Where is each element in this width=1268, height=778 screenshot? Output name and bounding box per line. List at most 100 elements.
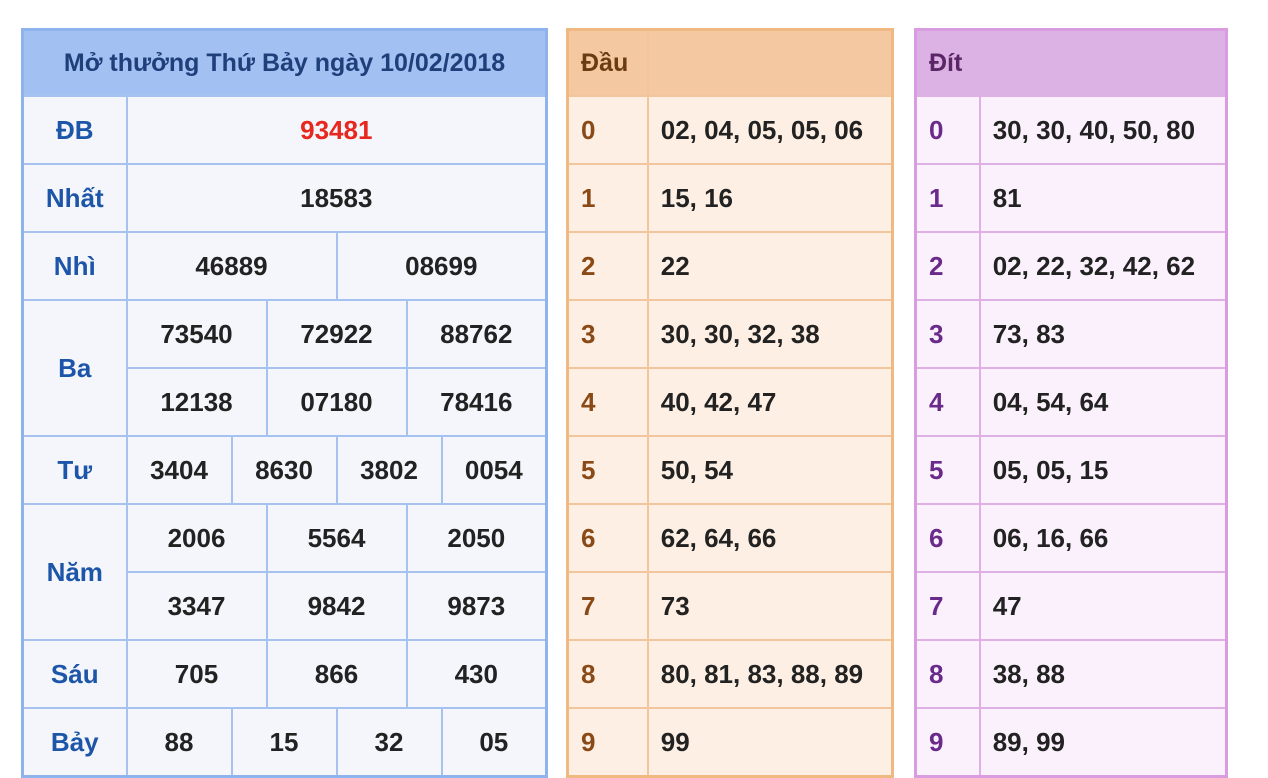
dit-row: 7 47 [914, 571, 1228, 641]
prize-value: 88 [125, 707, 233, 778]
special-prize-value: 93481 [125, 95, 548, 165]
dau-digit: 9 [566, 707, 649, 778]
dau-row: 1 15, 16 [566, 163, 894, 233]
prize-row-nam: Năm 2006 5564 2050 [21, 503, 548, 641]
prize-label-nhi: Nhì [21, 231, 128, 301]
prize-value: 2006 [125, 503, 268, 573]
dit-row: 9 89, 99 [914, 707, 1228, 778]
dit-row: 1 81 [914, 163, 1228, 233]
prize-label-ba: Ba [21, 299, 128, 437]
dau-header-empty [646, 28, 894, 97]
dit-digit: 9 [914, 707, 981, 778]
dau-digit: 4 [566, 367, 649, 437]
dau-values: 22 [646, 231, 894, 301]
dau-values: 02, 04, 05, 05, 06 [646, 95, 894, 165]
results-header-row: Mở thưởng Thứ Bảy ngày 10/02/2018 [21, 28, 548, 97]
prize-value: 8630 [230, 435, 338, 505]
dau-row: 7 73 [566, 571, 894, 641]
dit-row: 2 02, 22, 32, 42, 62 [914, 231, 1228, 301]
dau-digit: 3 [566, 299, 649, 369]
dit-digit: 5 [914, 435, 981, 505]
dit-values: 05, 05, 15 [978, 435, 1228, 505]
dit-values: 38, 88 [978, 639, 1228, 709]
prize-value: 05 [440, 707, 548, 778]
prize-row-tu: Tư 3404 8630 3802 0054 [21, 435, 548, 505]
dau-values: 80, 81, 83, 88, 89 [646, 639, 894, 709]
dau-values: 30, 30, 32, 38 [646, 299, 894, 369]
dit-values: 89, 99 [978, 707, 1228, 778]
prize-row-bay: Bảy 88 15 32 05 [21, 707, 548, 778]
dit-digit: 7 [914, 571, 981, 641]
prize-value: 88762 [405, 299, 548, 369]
dit-header: Đít [914, 28, 981, 97]
prize-value: 9842 [265, 571, 408, 641]
dit-row: 5 05, 05, 15 [914, 435, 1228, 505]
prize-value: 15 [230, 707, 338, 778]
dit-header-row: Đít [914, 28, 1228, 97]
prize-value: 9873 [405, 571, 548, 641]
prize-value: 0054 [440, 435, 548, 505]
dit-row: 8 38, 88 [914, 639, 1228, 709]
prize-row-ba: Ba 73540 72922 88762 [21, 299, 548, 437]
dau-digit: 1 [566, 163, 649, 233]
dit-digit: 0 [914, 95, 981, 165]
dau-digit: 6 [566, 503, 649, 573]
dau-row: 6 62, 64, 66 [566, 503, 894, 573]
dit-digit: 3 [914, 299, 981, 369]
dau-row: 5 50, 54 [566, 435, 894, 505]
dau-header-row: Đầu [566, 28, 894, 97]
dau-values: 99 [646, 707, 894, 778]
dau-values: 73 [646, 571, 894, 641]
prize-value: 46889 [125, 231, 338, 301]
prize-value: 2050 [405, 503, 548, 573]
dau-row: 2 22 [566, 231, 894, 301]
prize-value: 430 [405, 639, 548, 709]
dit-digit: 4 [914, 367, 981, 437]
dit-digit: 6 [914, 503, 981, 573]
dau-row: 4 40, 42, 47 [566, 367, 894, 437]
dau-values: 50, 54 [646, 435, 894, 505]
prize-value: 78416 [405, 367, 548, 437]
dit-values: 47 [978, 571, 1228, 641]
prize-value: 3404 [125, 435, 233, 505]
dit-row: 3 73, 83 [914, 299, 1228, 369]
prize-row-nhat: Nhất 18583 [21, 163, 548, 233]
dau-values: 62, 64, 66 [646, 503, 894, 573]
dit-digit: 2 [914, 231, 981, 301]
prize-label-tu: Tư [21, 435, 128, 505]
prize-label-sau: Sáu [21, 639, 128, 709]
dit-values: 73, 83 [978, 299, 1228, 369]
prize-value: 3802 [335, 435, 443, 505]
results-title: Mở thưởng Thứ Bảy ngày 10/02/2018 [21, 28, 548, 97]
dau-row: 0 02, 04, 05, 05, 06 [566, 95, 894, 165]
dit-digit: 8 [914, 639, 981, 709]
prize-value: 3347 [125, 571, 268, 641]
prize-value: 32 [335, 707, 443, 778]
dau-row: 3 30, 30, 32, 38 [566, 299, 894, 369]
prize-value: 18583 [125, 163, 548, 233]
dit-header-empty [978, 28, 1228, 97]
dau-table: Đầu 0 02, 04, 05, 05, 06 1 15, 16 2 22 3 30,… [566, 28, 894, 778]
dit-values: 02, 22, 32, 42, 62 [978, 231, 1228, 301]
prize-value: 866 [265, 639, 408, 709]
prize-value: 705 [125, 639, 268, 709]
dau-digit: 7 [566, 571, 649, 641]
prize-row-nhi: Nhì 46889 08699 [21, 231, 548, 301]
dau-row: 9 99 [566, 707, 894, 778]
prize-label-nhat: Nhất [21, 163, 128, 233]
dit-row: 6 06, 16, 66 [914, 503, 1228, 573]
dau-header: Đầu [566, 28, 649, 97]
dit-values: 06, 16, 66 [978, 503, 1228, 573]
results-table: Mở thưởng Thứ Bảy ngày 10/02/2018 ĐB 934… [21, 28, 549, 778]
dau-digit: 0 [566, 95, 649, 165]
dit-values: 04, 54, 64 [978, 367, 1228, 437]
prize-label-bay: Bảy [21, 707, 128, 778]
dau-digit: 2 [566, 231, 649, 301]
dit-table: Đít 0 30, 30, 40, 50, 80 1 81 2 02, 22, 32,… [914, 28, 1228, 778]
dau-row: 8 80, 81, 83, 88, 89 [566, 639, 894, 709]
prize-value: 73540 [125, 299, 268, 369]
dit-digit: 1 [914, 163, 981, 233]
prize-label-nam: Năm [21, 503, 128, 641]
dit-row: 0 30, 30, 40, 50, 80 [914, 95, 1228, 165]
prize-value: 12138 [125, 367, 268, 437]
